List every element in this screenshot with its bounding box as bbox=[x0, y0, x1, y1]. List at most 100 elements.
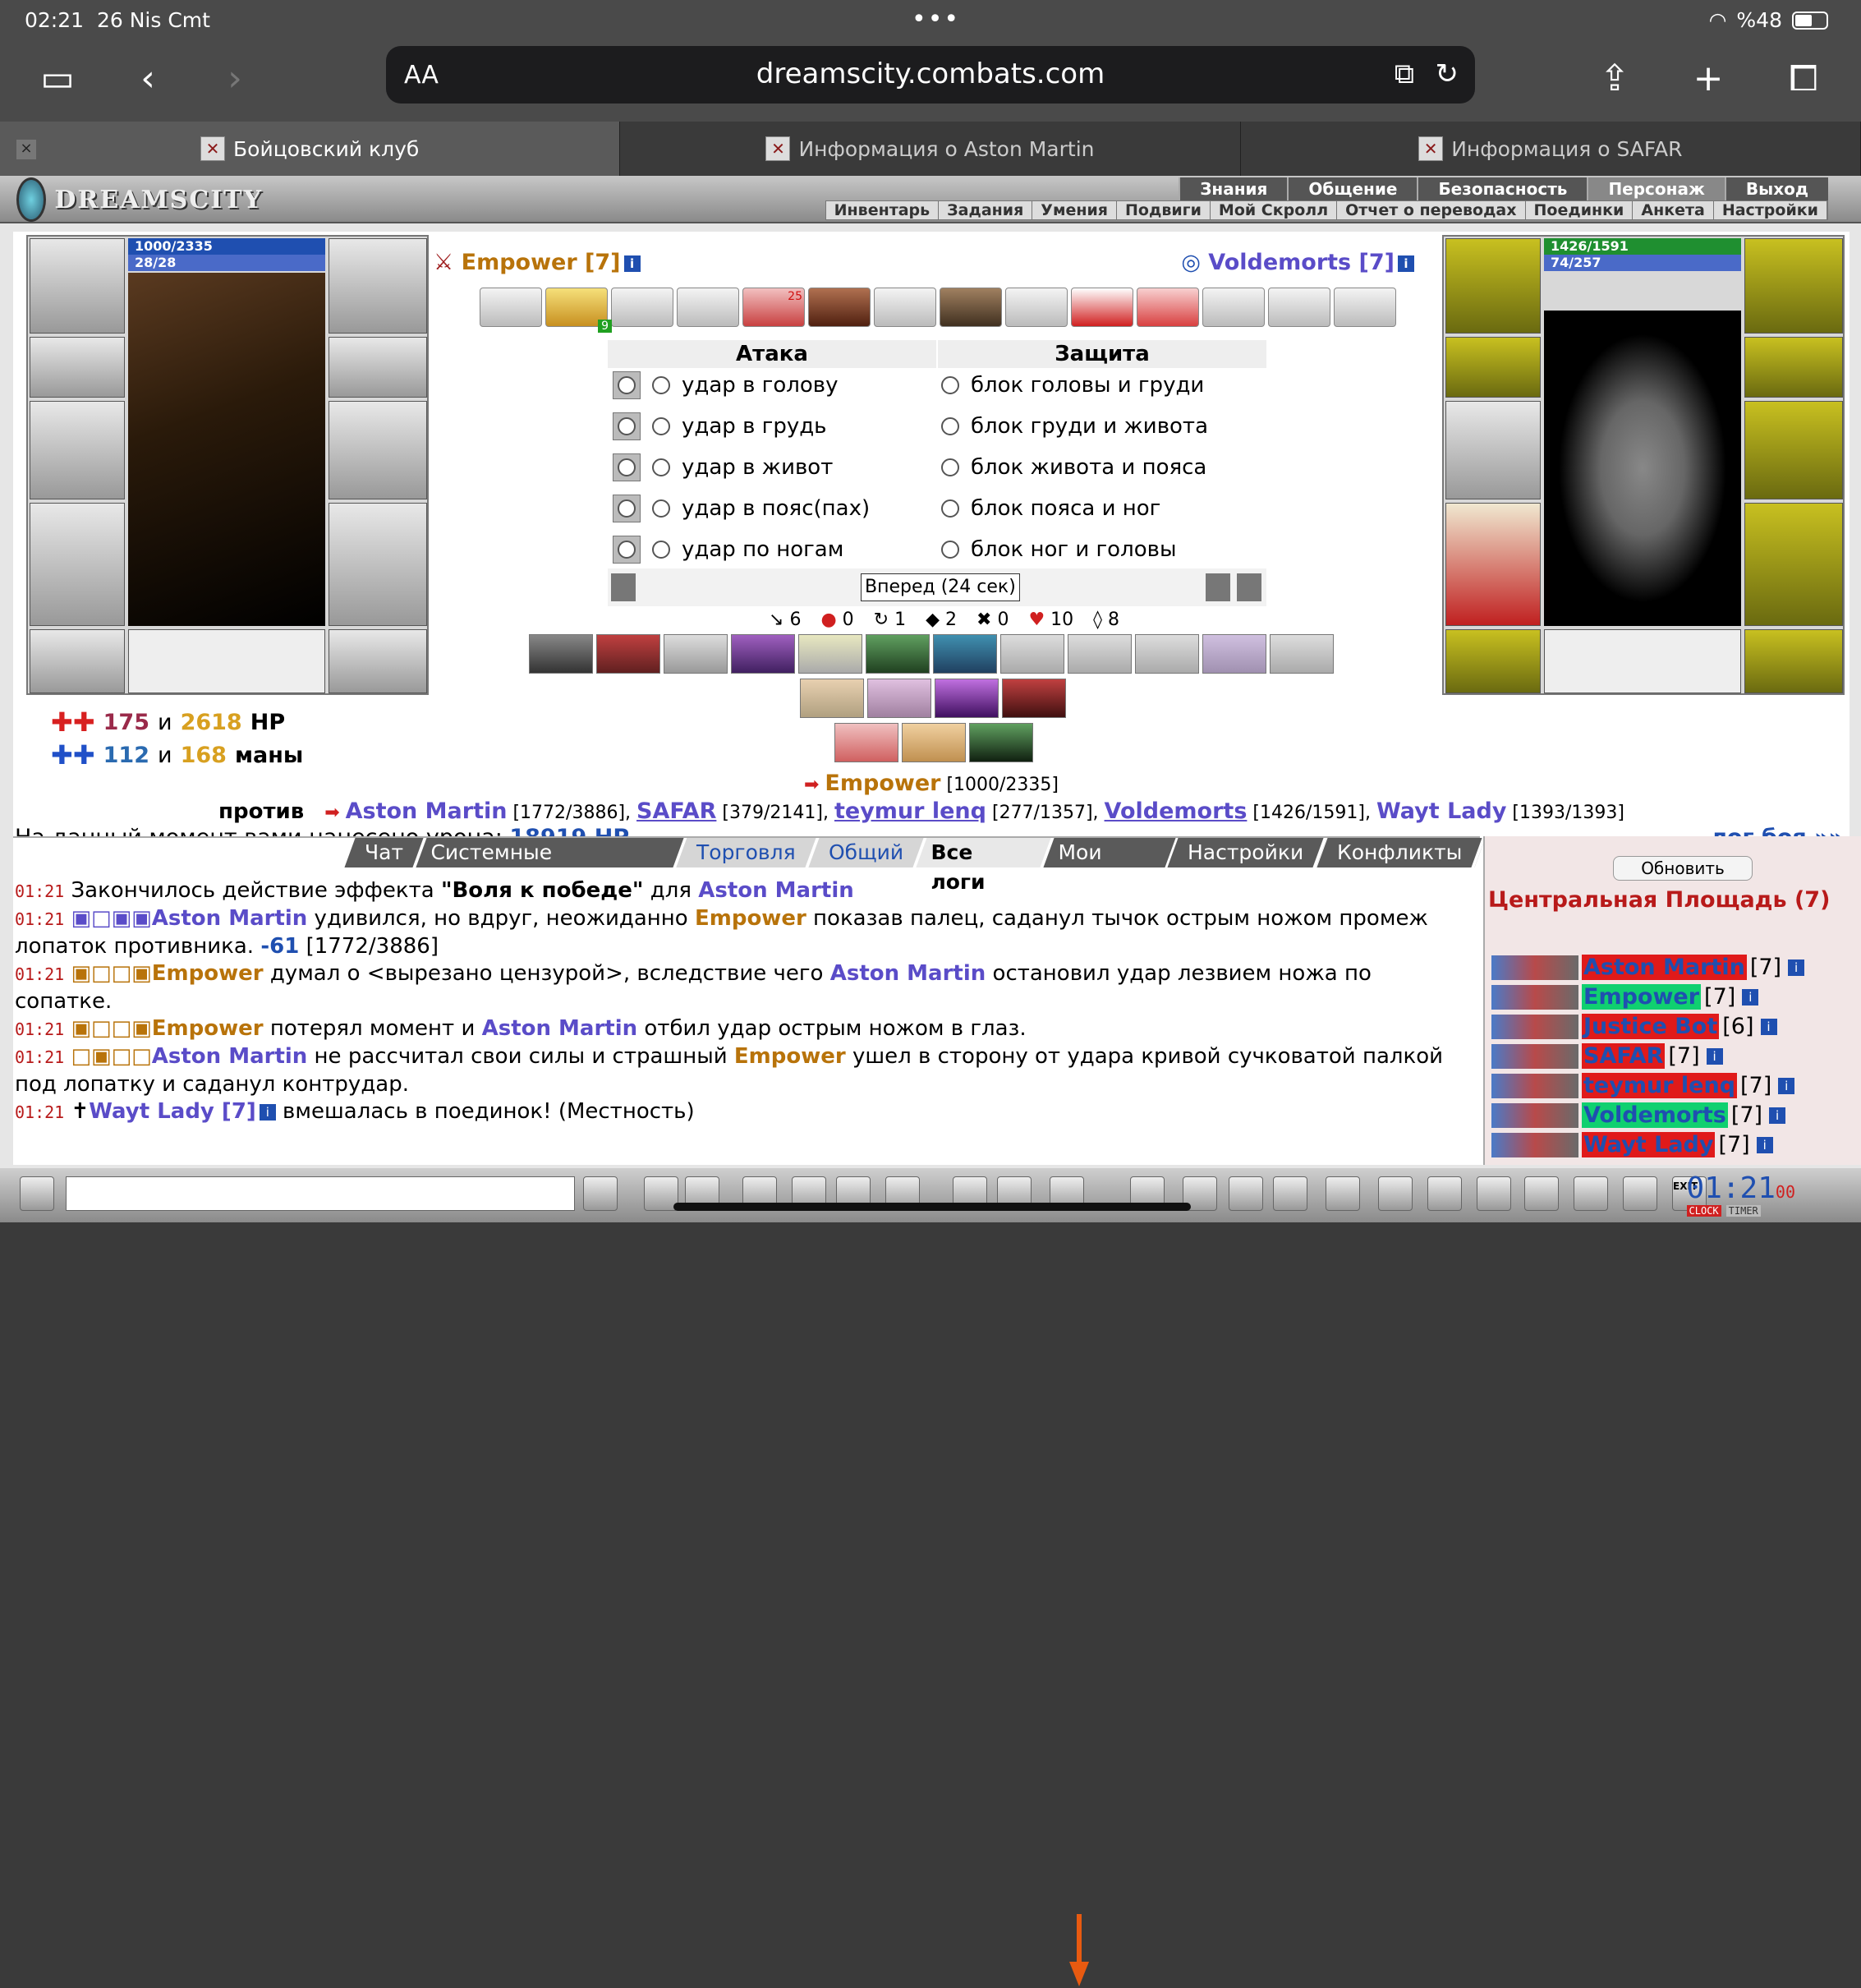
skill-icon[interactable] bbox=[834, 723, 898, 762]
chat-tab-all-logs[interactable]: Все логи bbox=[916, 838, 1055, 894]
skill-icon[interactable] bbox=[596, 634, 660, 674]
horse-icon[interactable] bbox=[1378, 1176, 1413, 1211]
subnav-settings[interactable]: Настройки bbox=[1714, 201, 1827, 219]
people-icon[interactable] bbox=[1574, 1176, 1608, 1211]
effect-slot[interactable] bbox=[1005, 288, 1068, 327]
effect-slot[interactable] bbox=[480, 288, 542, 327]
subnav-quests[interactable]: Задания bbox=[939, 201, 1033, 219]
user-row[interactable]: teymur lenq [7] i bbox=[1491, 1073, 1795, 1098]
close-tab-icon[interactable]: × bbox=[16, 140, 36, 159]
effect-slot[interactable] bbox=[874, 288, 936, 327]
armor-slot[interactable] bbox=[1445, 503, 1541, 626]
nav-character[interactable]: Персонаж bbox=[1587, 177, 1725, 200]
forward-icon[interactable]: › bbox=[210, 56, 260, 105]
refresh-action-icon[interactable] bbox=[1237, 573, 1261, 601]
info-icon[interactable]: i bbox=[1769, 1107, 1786, 1124]
chat-tab-chat[interactable]: Чат bbox=[344, 838, 427, 867]
chat-tab-general[interactable]: Общий bbox=[807, 838, 927, 867]
skill-icon[interactable] bbox=[731, 634, 795, 674]
chat-input[interactable] bbox=[66, 1176, 575, 1211]
info-icon[interactable]: i bbox=[1398, 255, 1414, 272]
block-legs-head-option[interactable]: блок ног и головы bbox=[941, 537, 1176, 562]
attack-belly-option[interactable]: удар в живот bbox=[613, 453, 833, 481]
shield-slot[interactable] bbox=[1744, 401, 1843, 499]
belt-slot[interactable] bbox=[1445, 629, 1541, 693]
effect-slot[interactable] bbox=[1071, 288, 1133, 327]
block-chest-belly-option[interactable]: блок груди и живота bbox=[941, 414, 1208, 439]
boots-slot[interactable] bbox=[1744, 629, 1843, 693]
shield-action-icon[interactable] bbox=[1206, 573, 1230, 601]
skill-icon[interactable] bbox=[969, 723, 1033, 762]
skill-icon[interactable] bbox=[866, 634, 930, 674]
info-icon[interactable]: i bbox=[1756, 1136, 1773, 1153]
gold-icon[interactable] bbox=[1273, 1176, 1307, 1211]
send-icon[interactable] bbox=[583, 1176, 618, 1211]
address-bar[interactable]: AA dreamscity.combats.com ⧉ ↻ bbox=[386, 46, 1475, 104]
attack-legs-option[interactable]: удар по ногам bbox=[613, 536, 843, 564]
skill-icon[interactable] bbox=[867, 679, 931, 718]
attack-groin-option[interactable]: удар в пояс(пах) bbox=[613, 495, 870, 522]
subnav-my-scroll[interactable]: Мой Скролл bbox=[1211, 201, 1338, 219]
gloves-slot[interactable] bbox=[1744, 337, 1843, 398]
info-icon[interactable]: i bbox=[1788, 959, 1805, 976]
flag-icon[interactable] bbox=[1623, 1176, 1657, 1211]
gate-icon[interactable] bbox=[1524, 1176, 1559, 1211]
belt-slot[interactable] bbox=[30, 629, 125, 693]
chat-tab-system[interactable]: Системные сообщения bbox=[416, 838, 687, 894]
block-belt-legs-option[interactable]: блок пояса и ног bbox=[941, 496, 1160, 521]
boots-slot[interactable] bbox=[329, 629, 427, 693]
home-indicator[interactable] bbox=[673, 1203, 1191, 1211]
bracers-slot[interactable] bbox=[30, 337, 125, 398]
subnav-transfers[interactable]: Отчет о переводах bbox=[1337, 201, 1526, 219]
user-row[interactable]: Aston Martin [7] i bbox=[1491, 955, 1805, 980]
gloves-slot[interactable] bbox=[329, 337, 427, 398]
subnav-achievements[interactable]: Подвиги bbox=[1117, 201, 1211, 219]
info-icon[interactable]: i bbox=[623, 255, 641, 272]
user-row[interactable]: Justice Bot [6] i bbox=[1491, 1014, 1777, 1039]
subnav-profile[interactable]: Анкета bbox=[1633, 201, 1714, 219]
shield-action-icon[interactable] bbox=[611, 573, 636, 601]
helmet-slot[interactable] bbox=[1445, 238, 1541, 334]
effect-slot[interactable] bbox=[1137, 288, 1199, 327]
weapon-slot[interactable] bbox=[30, 401, 125, 499]
extension-icon[interactable]: ⧉ bbox=[1395, 58, 1414, 90]
subnav-skills[interactable]: Умения bbox=[1032, 201, 1118, 219]
effect-slot[interactable] bbox=[1202, 288, 1265, 327]
nav-knowledge[interactable]: Знания bbox=[1179, 177, 1287, 200]
skill-icon[interactable] bbox=[902, 723, 966, 762]
user-row[interactable]: Empower [7] i bbox=[1491, 984, 1759, 1010]
effect-slot[interactable] bbox=[808, 288, 871, 327]
nav-communication[interactable]: Общение bbox=[1287, 177, 1417, 200]
url-text[interactable]: dreamscity.combats.com bbox=[386, 58, 1475, 90]
user-row[interactable]: Voldemorts [7] i bbox=[1491, 1102, 1786, 1128]
skill-icon[interactable] bbox=[933, 634, 997, 674]
subnav-inventory[interactable]: Инвентарь bbox=[826, 201, 940, 219]
attack-head-option[interactable]: удар в голову bbox=[613, 371, 838, 399]
amulet-slot[interactable] bbox=[1744, 238, 1843, 334]
skill-icon[interactable] bbox=[1000, 634, 1064, 674]
nav-security[interactable]: Безопасность bbox=[1417, 177, 1587, 200]
ring-slots[interactable] bbox=[128, 629, 325, 693]
skill-icon[interactable] bbox=[664, 634, 728, 674]
pants-slot[interactable] bbox=[1744, 503, 1843, 626]
amulet-slot[interactable] bbox=[329, 238, 427, 334]
skill-icon[interactable] bbox=[1002, 679, 1066, 718]
skill-icon[interactable] bbox=[1135, 634, 1199, 674]
effect-slot[interactable] bbox=[677, 288, 739, 327]
info-icon[interactable]: i bbox=[1760, 1018, 1777, 1035]
effect-slot[interactable] bbox=[611, 288, 673, 327]
info-icon[interactable]: i bbox=[1742, 988, 1759, 1006]
block-belly-belt-option[interactable]: блок живота и пояса bbox=[941, 455, 1206, 480]
skill-icon[interactable] bbox=[935, 679, 999, 718]
refresh-button[interactable]: Обновить bbox=[1613, 856, 1753, 881]
tab-info-safar[interactable]: ✕ Информация о SAFAR bbox=[1241, 122, 1861, 176]
bracers-slot[interactable] bbox=[1445, 337, 1541, 398]
chat-tab-conflicts[interactable]: Конфликты bbox=[1316, 838, 1486, 867]
helmet-slot[interactable] bbox=[30, 238, 125, 334]
skill-icon[interactable] bbox=[1270, 634, 1334, 674]
multitask-dots[interactable]: ••• bbox=[912, 5, 960, 34]
tab-info-aston[interactable]: ✕ Информация о Aston Martin bbox=[620, 122, 1241, 176]
forward-button[interactable]: Вперед (24 сек) bbox=[861, 573, 1020, 601]
skill-icon[interactable] bbox=[1068, 634, 1132, 674]
red-orb-icon[interactable] bbox=[1427, 1176, 1462, 1211]
